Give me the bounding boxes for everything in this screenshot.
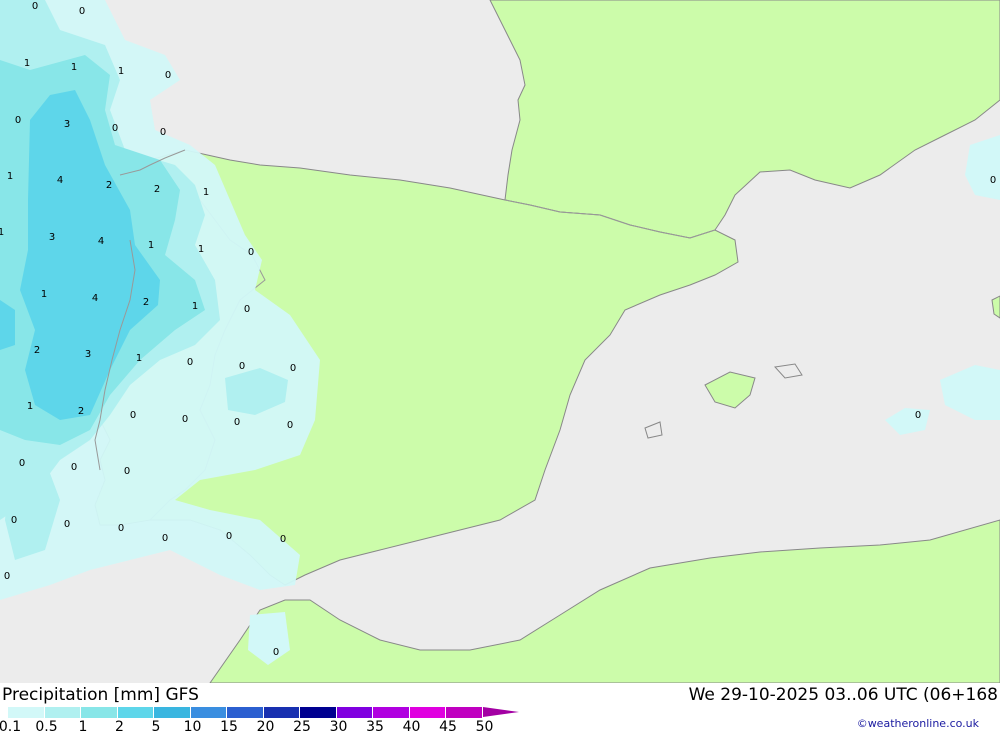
legend-swatch (117, 707, 154, 718)
legend-swatch (373, 707, 410, 718)
map-title: Precipitation [mm] GFS (2, 685, 199, 705)
precip-value-label: 0 (287, 420, 293, 431)
precip-value-label: 4 (92, 293, 98, 304)
precip-value-label: 0 (118, 523, 124, 534)
precip-value-label: 1 (198, 244, 204, 255)
legend-swatch (44, 707, 81, 718)
legend-swatch (190, 707, 227, 718)
precipitation-map: 0 0 1 1 1 0 0 3 0 0 1 4 2 2 1 1 3 4 1 1 0 1 4 2 1 0 2 3 1 0 0 0 1 2 0 0 0 0 0 0… (0, 0, 1000, 684)
precip-value-label: 4 (98, 236, 104, 247)
precip-value-label: 1 (136, 353, 142, 364)
precip-value-label: 1 (71, 62, 77, 73)
precip-value-label: 0 (273, 647, 279, 658)
legend-swatch (154, 707, 191, 718)
precip-value-label: 3 (85, 349, 91, 360)
precip-value-label: 2 (106, 180, 112, 191)
precip-value-label: 0 (280, 534, 286, 545)
legend-swatch (227, 707, 264, 718)
precip-value-label: 2 (34, 345, 40, 356)
legend-swatch (8, 707, 45, 718)
precip-value-label: 2 (143, 297, 149, 308)
precip-value-label: 0 (182, 414, 188, 425)
precip-value-label: 0 (244, 304, 250, 315)
precip-value-label: 4 (57, 175, 63, 186)
precip-value-label: 0 (239, 361, 245, 372)
color-legend (8, 707, 519, 718)
precip-value-label: 0 (71, 462, 77, 473)
precip-value-label: 0 (290, 363, 296, 374)
precip-value-label: 0 (990, 175, 996, 186)
precip-value-label: 1 (0, 227, 4, 238)
precip-value-label: 2 (154, 184, 160, 195)
precip-value-label: 0 (248, 247, 254, 258)
precip-value-label: 0 (11, 515, 17, 526)
precip-value-label: 3 (64, 119, 70, 130)
precip-value-label: 0 (15, 115, 21, 126)
precip-value-label: 1 (192, 301, 198, 312)
legend-swatch (446, 707, 483, 718)
precip-value-label: 0 (64, 519, 70, 530)
precip-value-label: 0 (4, 571, 10, 582)
legend-swatch (300, 707, 337, 718)
precip-value-label: 0 (79, 6, 85, 17)
precip-value-label: 2 (78, 406, 84, 417)
precip-value-label: 0 (915, 410, 921, 421)
precip-value-label: 0 (130, 410, 136, 421)
precip-value-label: 0 (112, 123, 118, 134)
precip-value-label: 1 (148, 240, 154, 251)
precip-value-label: 0 (162, 533, 168, 544)
precip-value-label: 1 (24, 58, 30, 69)
precip-value-label: 1 (203, 187, 209, 198)
legend-swatch (409, 707, 446, 718)
precip-value-label: 0 (124, 466, 130, 477)
legend-swatch (81, 707, 118, 718)
forecast-datetime: We 29-10-2025 03..06 UTC (06+168 (688, 685, 998, 705)
precip-value-label: 0 (32, 1, 38, 12)
precip-value-label: 1 (41, 289, 47, 300)
precip-value-label: 3 (49, 232, 55, 243)
legend-swatch (263, 707, 300, 718)
precip-value-label: 0 (165, 70, 171, 81)
map-canvas: 0 0 1 1 1 0 0 3 0 0 1 4 2 2 1 1 3 4 1 1 0 1 4 2 1 0 2 3 1 0 0 0 1 2 0 0 0 0 0 0… (0, 0, 1000, 684)
precip-value-label: 1 (7, 171, 13, 182)
precip-value-label: 0 (187, 357, 193, 368)
legend-footer: Precipitation [mm] GFS We 29-10-2025 03.… (0, 683, 1000, 735)
legend-swatch (336, 707, 373, 718)
precip-value-label: 0 (160, 127, 166, 138)
legend-arrow (482, 707, 519, 717)
precip-value-label: 0 (234, 417, 240, 428)
precip-value-label: 0 (226, 531, 232, 542)
precip-value-label: 1 (27, 401, 33, 412)
credit-link[interactable]: ©weatheronline.co.uk (857, 717, 979, 730)
precip-value-label: 0 (19, 458, 25, 469)
precip-value-label: 1 (118, 66, 124, 77)
